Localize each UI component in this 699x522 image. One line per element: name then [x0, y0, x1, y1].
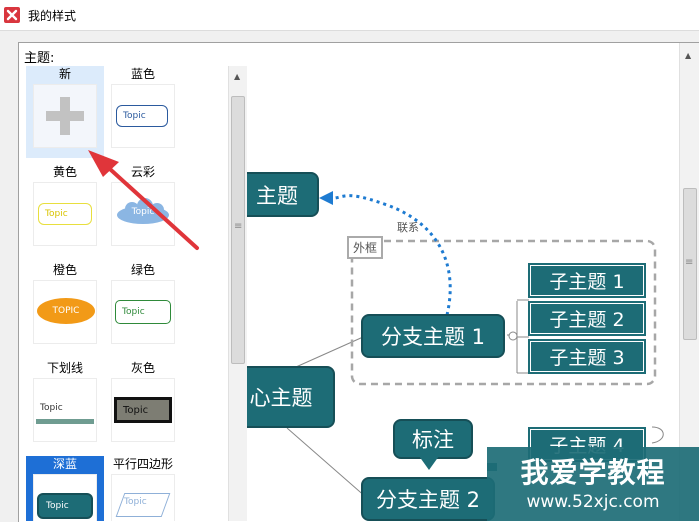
branch-topic-1[interactable]: 分支主题 1	[361, 314, 505, 358]
watermark: 我爱学教程 www.52xjc.com	[487, 447, 699, 521]
frame-label[interactable]: 外框	[347, 236, 384, 259]
subtopic-2[interactable]: 子主题 2	[528, 301, 646, 336]
relation-label[interactable]: 联系	[397, 219, 419, 235]
subtopic-1[interactable]: 子主题 1	[528, 263, 646, 298]
scroll-up-icon[interactable]: ▲	[685, 51, 691, 60]
central-topic-node[interactable]: 心主题	[247, 366, 335, 428]
callout-pointer	[419, 456, 439, 470]
subtopic-3[interactable]: 子主题 3	[528, 339, 646, 374]
watermark-url: www.52xjc.com	[526, 492, 660, 512]
callout-node[interactable]: 标注	[393, 419, 473, 459]
watermark-title: 我爱学教程	[520, 456, 666, 489]
main-topic-node[interactable]: 主题	[247, 172, 319, 217]
grip-icon: ≡	[685, 257, 694, 268]
branch-topic-2[interactable]: 分支主题 2	[361, 477, 495, 521]
